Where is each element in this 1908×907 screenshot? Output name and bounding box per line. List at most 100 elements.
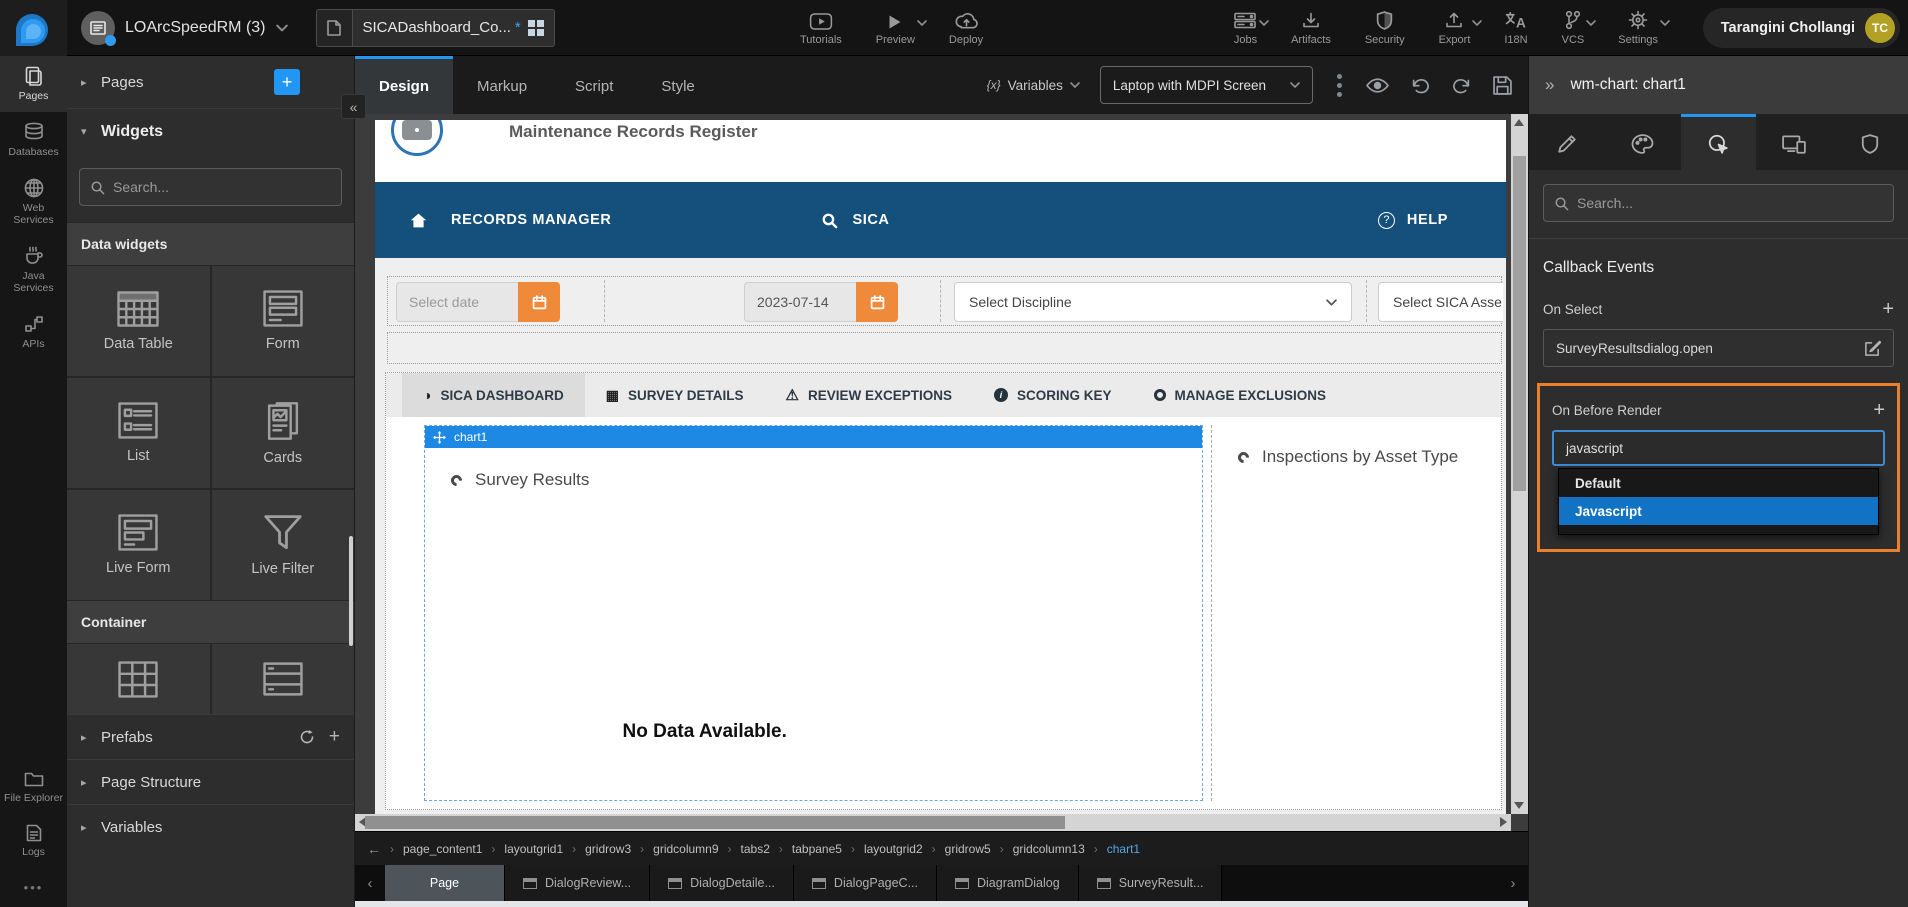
- nav-help[interactable]: ? HELP: [1378, 212, 1448, 229]
- tab-design[interactable]: Design: [355, 56, 453, 114]
- vcs-button[interactable]: VCS: [1562, 8, 1585, 46]
- nav-records-manager[interactable]: RECORDS MANAGER: [451, 212, 611, 228]
- artifacts-button[interactable]: Artifacts: [1291, 8, 1331, 46]
- app-tab-scoring-key[interactable]: i SCORING KEY: [973, 373, 1133, 417]
- canvas-vertical-scrollbar[interactable]: [1511, 114, 1528, 814]
- dropdown-option-default[interactable]: Default: [1559, 469, 1878, 497]
- preview-eye-icon[interactable]: [1366, 78, 1389, 93]
- start-date-field[interactable]: Select date: [396, 282, 560, 322]
- inspections-chart-widget[interactable]: Inspections by Asset Type: [1211, 425, 1501, 801]
- scroll-up-icon[interactable]: [1514, 119, 1524, 126]
- studio-logo[interactable]: [0, 0, 67, 56]
- tab-markup[interactable]: Markup: [453, 56, 551, 114]
- page-tab-surveyresult[interactable]: SurveyResult...: [1079, 865, 1223, 901]
- breadcrumb-back-icon[interactable]: ←: [367, 841, 381, 857]
- breadcrumb-item[interactable]: gridrow3: [585, 842, 631, 856]
- tab-events[interactable]: [1681, 114, 1757, 170]
- user-menu[interactable]: Tarangini Chollangi TC: [1703, 8, 1900, 48]
- end-date-field[interactable]: 2023-07-14: [744, 282, 898, 322]
- widget-tile-list[interactable]: List: [67, 378, 210, 488]
- scroll-down-icon[interactable]: [1514, 802, 1524, 809]
- edit-icon[interactable]: [1864, 340, 1881, 357]
- page-tab-page[interactable]: Page: [385, 865, 505, 901]
- refresh-icon[interactable]: [299, 729, 315, 745]
- widget-search-input[interactable]: Search...: [79, 168, 342, 206]
- more-options-icon[interactable]: [1333, 74, 1346, 97]
- deploy-button[interactable]: Deploy: [949, 8, 983, 46]
- breadcrumb-item[interactable]: layoutgrid2: [864, 842, 923, 856]
- breadcrumb-item[interactable]: tabs2: [741, 842, 770, 856]
- tabs-scroll-left-icon[interactable]: ‹: [355, 865, 385, 901]
- tab-devices[interactable]: [1756, 114, 1832, 170]
- widgets-section-header[interactable]: ▾ Widgets: [67, 108, 354, 154]
- app-tab-manage-exclusions[interactable]: MANAGE EXCLUSIONS: [1133, 373, 1348, 417]
- widget-tile-data-table[interactable]: Data Table: [67, 266, 210, 376]
- widget-tile-form[interactable]: Form: [212, 266, 355, 376]
- rail-more-icon[interactable]: •••: [0, 868, 67, 907]
- device-preview-select[interactable]: Laptop with MDPI Screen: [1100, 66, 1313, 104]
- sica-asset-select[interactable]: Select SICA Asse: [1378, 282, 1503, 322]
- page-tab-diagramdialog[interactable]: DiagramDialog: [937, 865, 1079, 901]
- i18n-button[interactable]: A I18N: [1504, 8, 1527, 46]
- add-on-select-handler-button[interactable]: +: [1882, 299, 1894, 319]
- canvas-horizontal-scrollbar[interactable]: [355, 814, 1511, 831]
- jobs-button[interactable]: Jobs: [1234, 8, 1257, 46]
- settings-button[interactable]: Settings: [1618, 8, 1658, 46]
- add-prefab-button[interactable]: +: [329, 726, 340, 748]
- events-search-input[interactable]: Search...: [1543, 184, 1894, 222]
- rail-item-file-explorer[interactable]: File Explorer: [0, 760, 67, 814]
- save-icon[interactable]: [1493, 76, 1512, 95]
- tutorials-button[interactable]: Tutorials: [800, 8, 842, 46]
- rail-item-web-services[interactable]: Web Services: [0, 168, 67, 236]
- add-on-before-render-handler-button[interactable]: +: [1873, 400, 1885, 420]
- breadcrumb-item[interactable]: page_content1: [403, 842, 482, 856]
- on-select-value-box[interactable]: SurveyResultsdialog.open: [1543, 329, 1894, 367]
- home-icon[interactable]: [410, 213, 427, 228]
- security-button[interactable]: Security: [1365, 8, 1405, 46]
- chart1-selection-bar[interactable]: chart1: [425, 426, 1202, 448]
- rail-item-databases[interactable]: Databases: [0, 112, 67, 168]
- nav-sica[interactable]: SICA: [852, 212, 889, 228]
- tab-styles[interactable]: [1605, 114, 1681, 170]
- tab-properties[interactable]: [1529, 114, 1605, 170]
- on-before-render-input[interactable]: javascript: [1552, 430, 1885, 466]
- preview-button[interactable]: Preview: [876, 8, 915, 46]
- app-tab-survey-details[interactable]: ▦ SURVEY DETAILS: [585, 373, 765, 417]
- calendar-button[interactable]: [518, 282, 560, 322]
- open-page-tab[interactable]: SICADashboard_Co... *: [316, 9, 555, 47]
- page-tab-dialogdetail[interactable]: DialogDetaile...: [650, 865, 794, 901]
- page-structure-section-header[interactable]: ▸ Page Structure: [67, 759, 354, 804]
- widget-tile-live-form[interactable]: Live Form: [67, 490, 210, 600]
- breadcrumb-item[interactable]: gridcolumn13: [1013, 842, 1085, 856]
- undo-icon[interactable]: [1411, 77, 1430, 94]
- breadcrumb-item[interactable]: tabpane5: [792, 842, 842, 856]
- redo-icon[interactable]: [1452, 77, 1471, 94]
- pages-section-header[interactable]: ▸ Pages +: [67, 56, 354, 108]
- prefabs-section-header[interactable]: ▸ Prefabs +: [67, 714, 354, 759]
- breadcrumb-item-active[interactable]: chart1: [1107, 842, 1140, 856]
- horizontal-scroll-thumb[interactable]: [365, 816, 1065, 829]
- app-tab-sica-dashboard[interactable]: ◑ SICA DASHBOARD: [402, 373, 585, 417]
- collapse-right-panel-icon[interactable]: »: [1545, 75, 1554, 95]
- project-switcher[interactable]: LOArcSpeedRM (3): [81, 11, 288, 45]
- widget-tile-panel[interactable]: [212, 644, 355, 714]
- rail-item-java-services[interactable]: Java Services: [0, 236, 67, 304]
- rail-item-pages[interactable]: Pages: [0, 56, 67, 112]
- search-icon[interactable]: [821, 212, 838, 229]
- add-page-button[interactable]: +: [274, 69, 300, 95]
- breadcrumb-item[interactable]: layoutgrid1: [504, 842, 563, 856]
- widget-tile-cards[interactable]: Cards: [212, 378, 355, 488]
- widget-tile-live-filter[interactable]: Live Filter: [212, 490, 355, 600]
- tab-script[interactable]: Script: [551, 56, 637, 114]
- dropdown-option-javascript[interactable]: Javascript: [1559, 497, 1878, 525]
- variables-dropdown[interactable]: {x} Variables: [987, 78, 1080, 93]
- page-tab-dialogreview[interactable]: DialogReview...: [505, 865, 650, 901]
- tab-style[interactable]: Style: [637, 56, 718, 114]
- chart1-widget[interactable]: chart1 Survey Results No Data Available.: [424, 425, 1203, 801]
- collapse-left-panel-button[interactable]: «: [341, 94, 366, 119]
- vertical-scroll-thumb[interactable]: [1513, 156, 1526, 491]
- page-tab-dialogpage[interactable]: DialogPageC...: [794, 865, 937, 901]
- left-panel-scrollbar[interactable]: [349, 536, 353, 646]
- discipline-select[interactable]: Select Discipline: [954, 282, 1352, 322]
- rail-item-logs[interactable]: Logs: [0, 814, 67, 868]
